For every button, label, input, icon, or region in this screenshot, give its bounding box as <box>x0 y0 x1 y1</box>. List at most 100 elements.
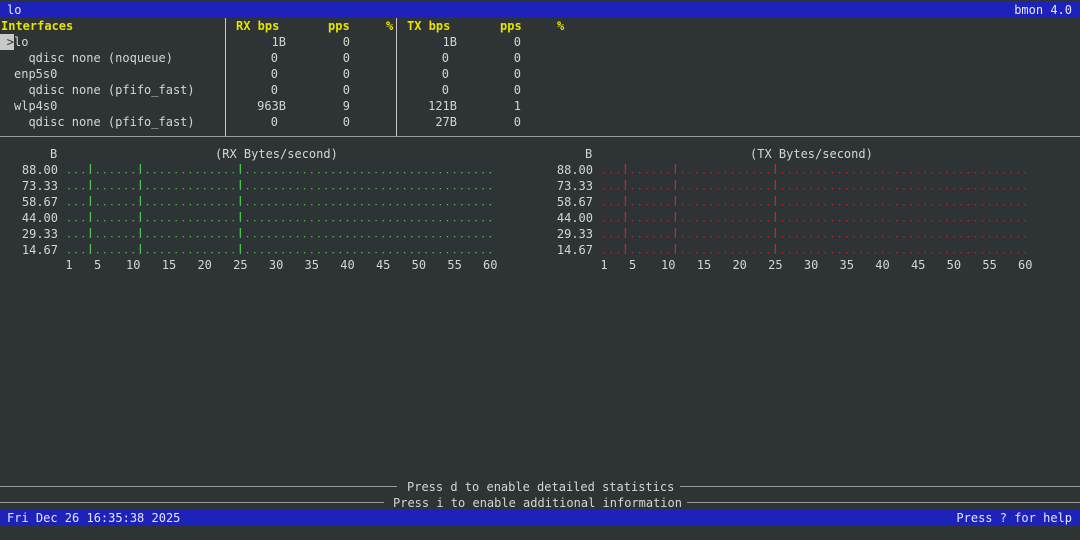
tx-graph-dot <box>931 204 934 206</box>
rx-graph-dot <box>268 220 270 222</box>
tx-graph-dot <box>938 236 941 238</box>
rx-graph-dot <box>361 252 363 254</box>
tx-graph-dot <box>631 204 634 206</box>
tx-graph-dot <box>960 204 962 206</box>
tx-graph-dot <box>896 220 898 222</box>
rx-graph-dot <box>375 252 377 254</box>
tx-graph-dot <box>817 188 819 190</box>
rx-graph-dot <box>425 236 427 238</box>
rx-graph-dot <box>304 204 306 206</box>
rx-graph-dot <box>446 172 449 174</box>
rx-graph-dot <box>196 236 199 238</box>
tx-graph-dot <box>703 252 705 254</box>
rx-graph-dot <box>96 204 99 206</box>
rx-graph-dot <box>211 204 213 206</box>
tx-graph-dot <box>1024 172 1026 174</box>
tx-graph-dot <box>1017 236 1019 238</box>
tx-graph-dot <box>946 172 948 174</box>
tx-graph-dot <box>610 220 612 222</box>
status-help-hint[interactable]: Press ? for help <box>956 510 1072 526</box>
rx-graph-dot <box>275 252 277 254</box>
rx-graph-dot <box>196 188 199 190</box>
rx-graph-dot <box>225 204 227 206</box>
tx-graph-dot <box>1017 220 1019 222</box>
tx-graph-dot <box>1017 252 1019 254</box>
rx-graph-dot <box>432 204 434 206</box>
tx-graph-dot <box>610 204 612 206</box>
tx-graph-dot <box>739 220 741 222</box>
tx-graph-dot <box>696 172 698 174</box>
tx-graph-dot <box>881 188 884 190</box>
rx-graph-dot <box>339 188 342 190</box>
tx-graph-dot <box>689 172 691 174</box>
tx-graph-dot <box>924 220 926 222</box>
rx-graph-dot <box>104 220 106 222</box>
rx-graph-dot <box>439 188 441 190</box>
rx-graph-dot <box>146 188 149 190</box>
rx-graph-dot <box>332 252 334 254</box>
rx-graph-dot <box>68 252 70 254</box>
rx-graph-dot <box>432 252 434 254</box>
rx-graph-dot <box>403 204 406 206</box>
rx-graph-dot <box>154 236 156 238</box>
tx-graph-dot <box>717 172 719 174</box>
rx-graph-dot <box>168 252 170 254</box>
tx-graph-dot <box>938 252 941 254</box>
rx-graph-dot <box>204 188 206 190</box>
rx-graph-dot <box>489 252 491 254</box>
rx-graph-dot <box>361 236 363 238</box>
tx-graph-dot <box>946 188 948 190</box>
rx-graph-dot <box>346 252 349 254</box>
tx-graph-dot <box>753 220 755 222</box>
hint-rule-left <box>0 502 384 503</box>
rx-graph-dot <box>218 220 220 222</box>
rx-graph-dot <box>182 204 184 206</box>
rx-graph-dot <box>296 252 299 254</box>
tx-graph-dot <box>653 204 655 206</box>
rx-graph-dot <box>104 172 106 174</box>
tx-graph-dot <box>831 188 834 190</box>
tx-graph-dot <box>967 220 969 222</box>
tx-graph-dot <box>988 236 991 238</box>
tx-graph-dot <box>946 252 948 254</box>
rx-graph-dot <box>389 172 391 174</box>
rx-graph-dot <box>311 204 313 206</box>
rx-graph-dot <box>168 188 170 190</box>
rx-graph-dot <box>189 252 192 254</box>
rx-graph-dot <box>403 188 406 190</box>
rx-graph-dot <box>168 236 170 238</box>
rx-graph-dot <box>168 172 170 174</box>
rx-graph-dot <box>432 188 434 190</box>
rx-graph-dot <box>68 172 70 174</box>
tx-graph-dot <box>988 252 991 254</box>
tx-graph-dot <box>603 204 605 206</box>
rx-graph-dot <box>254 172 256 174</box>
rx-graph-dot <box>175 252 177 254</box>
tx-graph-dot <box>953 188 955 190</box>
tx-graph-dot <box>703 220 705 222</box>
tx-graph-dot <box>860 252 862 254</box>
rx-graph-dot <box>282 236 284 238</box>
tx-graph-dot <box>903 252 905 254</box>
rx-graph-dot <box>218 172 220 174</box>
rx-graph-dot <box>82 188 84 190</box>
tx-graph-dot <box>789 220 791 222</box>
tx-graph-dot <box>653 188 655 190</box>
rx-graph-dot <box>232 188 234 190</box>
rx-graph-dot <box>196 204 199 206</box>
tx-graph-dot <box>781 172 784 174</box>
rx-graph-dot <box>432 236 434 238</box>
tx-graph-dot <box>739 172 741 174</box>
rx-graph-dot <box>389 204 391 206</box>
rx-graph-dot <box>461 188 463 190</box>
tx-graph-dot <box>646 252 648 254</box>
rx-graph-dot <box>439 204 441 206</box>
tx-graph-dot <box>789 172 791 174</box>
hint-additional-info: Press i to enable additional information <box>393 496 682 510</box>
tx-graph-dot <box>724 236 727 238</box>
rx-graph-dot <box>325 188 327 190</box>
tx-graph-dot <box>753 236 755 238</box>
tx-graph-dot <box>981 252 984 254</box>
tx-graph-dot <box>924 188 926 190</box>
rx-graph-dot <box>146 204 149 206</box>
